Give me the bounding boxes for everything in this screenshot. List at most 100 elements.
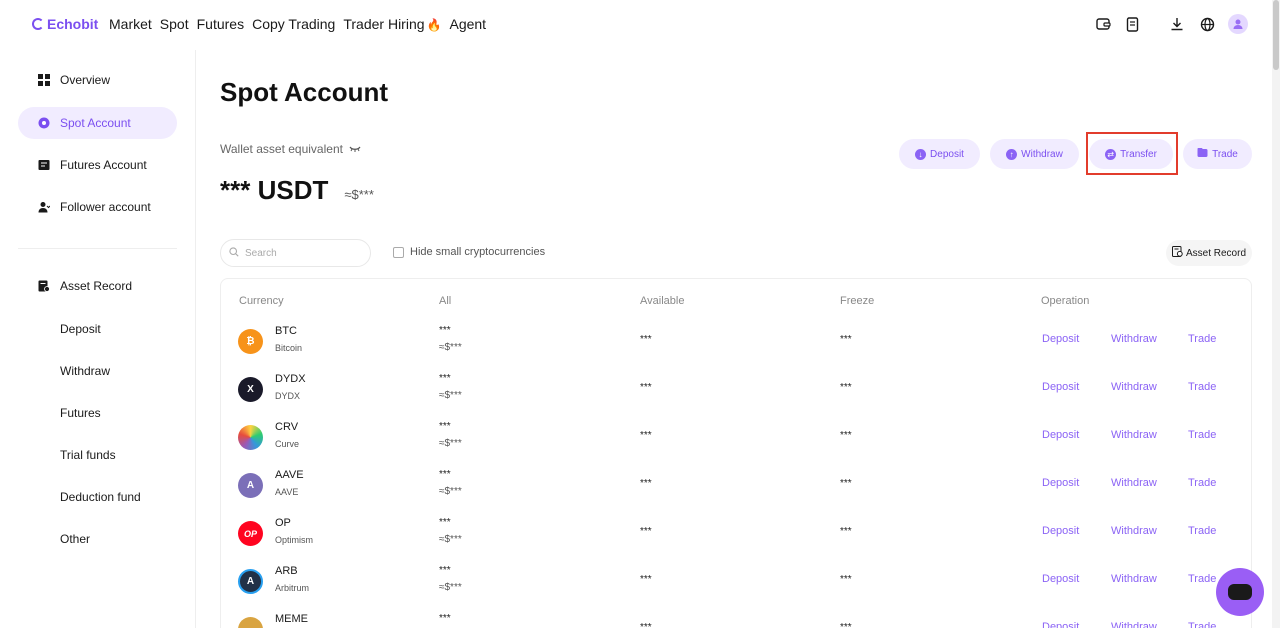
nav-trader-hiring-label: Trader Hiring: [343, 16, 425, 32]
sidebar-item-label: Follower account: [60, 200, 151, 214]
sidebar-sub-other[interactable]: Other: [60, 532, 90, 546]
follower-icon: [38, 201, 50, 213]
deposit-button-label: Deposit: [930, 148, 964, 160]
available-value: ***: [640, 478, 652, 489]
scrollbar-thumb[interactable]: [1273, 0, 1279, 70]
chat-icon: [1228, 584, 1252, 600]
coin-symbol: OP: [275, 517, 291, 529]
col-operation: Operation: [1041, 295, 1090, 307]
freeze-value: ***: [840, 622, 852, 628]
freeze-value: ***: [840, 382, 852, 393]
orders-icon[interactable]: [1124, 15, 1142, 33]
meme-coin-icon: [238, 617, 263, 628]
download-icon[interactable]: [1168, 15, 1186, 33]
sidebar-item-asset-record[interactable]: Asset Record: [18, 270, 177, 302]
row-deposit-link[interactable]: Deposit: [1042, 621, 1079, 628]
hide-small-label: Hide small cryptocurrencies: [410, 246, 546, 258]
table-row: A AAVE AAVE *** ≈$*** *** *** Deposit Wi…: [221, 461, 1251, 509]
wallet-asset-label: Wallet asset equivalent: [220, 142, 361, 156]
withdraw-button[interactable]: ↑ Withdraw: [990, 139, 1079, 169]
user-avatar-icon[interactable]: [1228, 14, 1248, 34]
deposit-button[interactable]: ↓ Deposit: [899, 139, 980, 169]
row-trade-link[interactable]: Trade: [1188, 621, 1216, 628]
globe-icon[interactable]: [1198, 15, 1216, 33]
all-value: ***: [439, 517, 451, 528]
currency-table: Currency All Available Freeze Operation …: [220, 278, 1252, 628]
coin-symbol: CRV: [275, 421, 299, 433]
trade-button[interactable]: Trade: [1183, 139, 1252, 169]
nav-spot[interactable]: Spot: [160, 16, 189, 32]
row-withdraw-link[interactable]: Withdraw: [1111, 429, 1157, 441]
available-value: ***: [640, 622, 652, 628]
all-usd-value: ≈$***: [439, 582, 462, 593]
sidebar-sub-withdraw[interactable]: Withdraw: [60, 364, 110, 378]
row-deposit-link[interactable]: Deposit: [1042, 381, 1079, 393]
all-value: ***: [439, 421, 451, 432]
all-value: ***: [439, 565, 451, 576]
top-nav: Echobit Market Spot Futures Copy Trading…: [0, 0, 1280, 50]
logo-icon: [32, 18, 44, 30]
grid-icon: [38, 74, 50, 86]
table-row: X DYDX DYDX *** ≈$*** *** *** Deposit Wi…: [221, 365, 1251, 413]
coin-symbol: MEME: [275, 613, 308, 625]
sidebar-sub-deposit[interactable]: Deposit: [60, 322, 101, 336]
col-currency: Currency: [239, 295, 284, 307]
sidebar-sub-trial-funds[interactable]: Trial funds: [60, 448, 116, 462]
coin-name: Optimism: [275, 535, 313, 545]
row-withdraw-link[interactable]: Withdraw: [1111, 381, 1157, 393]
row-deposit-link[interactable]: Deposit: [1042, 429, 1079, 441]
nav-trader-hiring[interactable]: Trader Hiring 🔥: [343, 16, 441, 32]
sidebar-item-overview[interactable]: Overview: [18, 64, 177, 96]
eye-closed-icon[interactable]: [349, 142, 361, 156]
circle-dot-icon: [38, 117, 50, 129]
sidebar-sub-deduction-fund[interactable]: Deduction fund: [60, 490, 141, 504]
dydx-coin-icon: X: [238, 377, 263, 402]
row-trade-link[interactable]: Trade: [1188, 333, 1216, 345]
sidebar-item-label: Overview: [60, 73, 111, 87]
coin-symbol: BTC: [275, 325, 297, 337]
freeze-value: ***: [840, 478, 852, 489]
nav-futures[interactable]: Futures: [197, 16, 244, 32]
hide-small-toggle[interactable]: Hide small cryptocurrencies: [393, 246, 545, 258]
freeze-value: ***: [840, 430, 852, 441]
all-value: ***: [439, 469, 451, 480]
hide-small-checkbox[interactable]: [393, 246, 404, 258]
col-all: All: [439, 295, 452, 307]
row-trade-link[interactable]: Trade: [1188, 477, 1216, 489]
sidebar-item-futures-account[interactable]: Futures Account: [18, 149, 177, 181]
row-deposit-link[interactable]: Deposit: [1042, 573, 1079, 585]
wallet-balance: *** USDT ≈$***: [220, 175, 374, 206]
row-deposit-link[interactable]: Deposit: [1042, 525, 1079, 537]
sidebar-item-spot-account[interactable]: Spot Account: [18, 107, 177, 139]
search-placeholder: Search: [245, 247, 277, 259]
asset-record-button[interactable]: Asset Record: [1166, 240, 1252, 266]
table-row: OP OP Optimism *** ≈$*** *** *** Deposit…: [221, 509, 1251, 557]
row-trade-link[interactable]: Trade: [1188, 525, 1216, 537]
page-scrollbar[interactable]: [1272, 0, 1280, 628]
wallet-icon[interactable]: [1094, 15, 1112, 33]
nav-agent[interactable]: Agent: [449, 16, 486, 32]
row-trade-link[interactable]: Trade: [1188, 429, 1216, 441]
row-withdraw-link[interactable]: Withdraw: [1111, 621, 1157, 628]
sidebar-sub-futures[interactable]: Futures: [60, 406, 101, 420]
row-deposit-link[interactable]: Deposit: [1042, 333, 1079, 345]
row-withdraw-link[interactable]: Withdraw: [1111, 525, 1157, 537]
top-icons: [1094, 14, 1248, 34]
sidebar-item-follower-account[interactable]: Follower account: [18, 191, 177, 223]
nav-copy-trading[interactable]: Copy Trading: [252, 16, 335, 32]
row-withdraw-link[interactable]: Withdraw: [1111, 477, 1157, 489]
support-chat-button[interactable]: [1216, 568, 1264, 616]
row-trade-link[interactable]: Trade: [1188, 381, 1216, 393]
row-trade-link[interactable]: Trade: [1188, 573, 1216, 585]
all-usd-value: ≈$***: [439, 534, 462, 545]
btc-coin-icon: ₿: [238, 329, 263, 354]
available-value: ***: [640, 382, 652, 393]
search-input[interactable]: Search: [220, 239, 371, 267]
asset-record-label: Asset Record: [1185, 247, 1247, 259]
echobit-logo[interactable]: Echobit: [32, 16, 98, 32]
coin-symbol: DYDX: [275, 373, 306, 385]
nav-market[interactable]: Market: [109, 16, 152, 32]
row-deposit-link[interactable]: Deposit: [1042, 477, 1079, 489]
row-withdraw-link[interactable]: Withdraw: [1111, 573, 1157, 585]
row-withdraw-link[interactable]: Withdraw: [1111, 333, 1157, 345]
